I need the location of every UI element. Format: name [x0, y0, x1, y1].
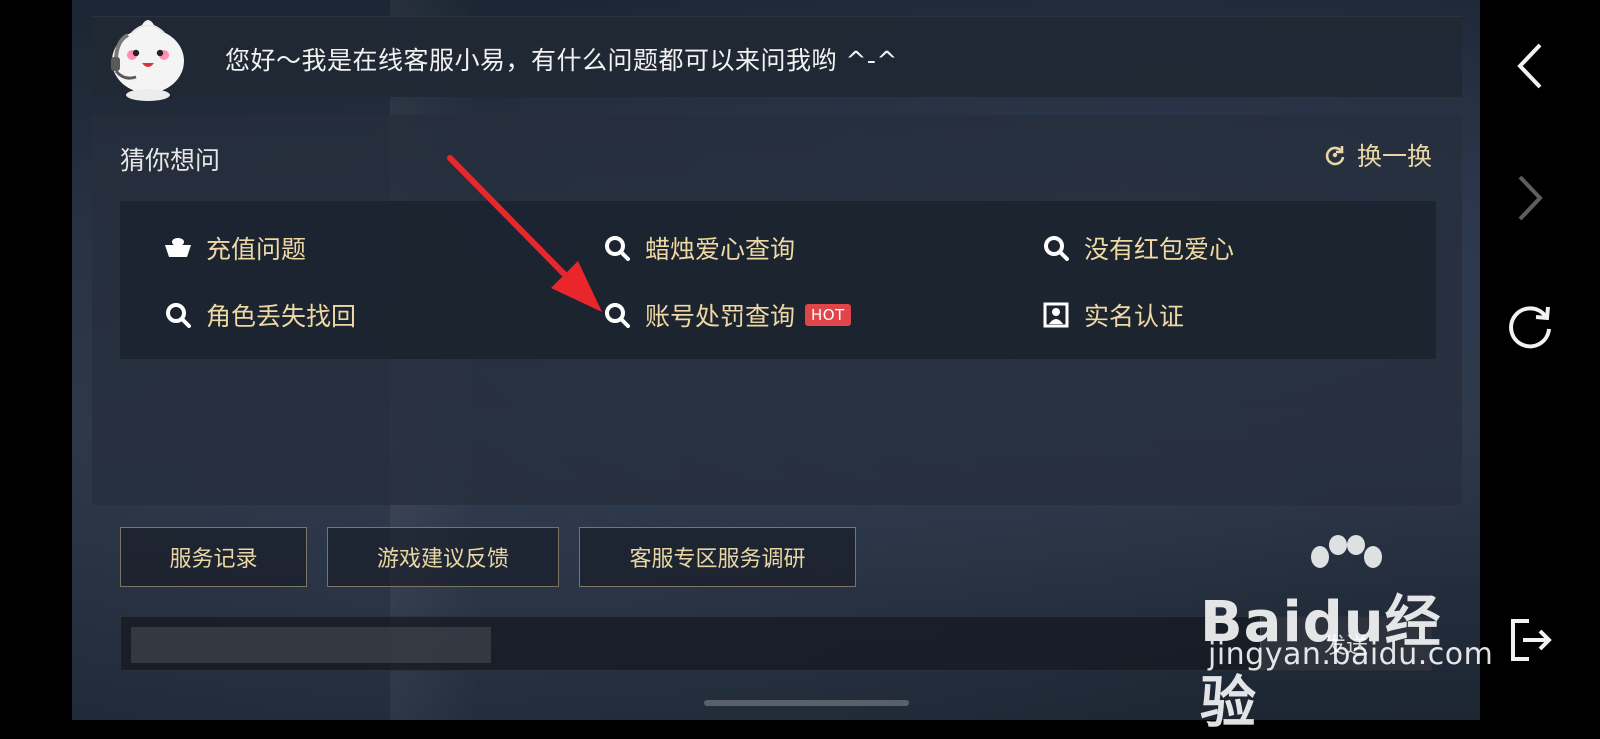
faq-item-candle-heart-query[interactable]: 蜡烛爱心查询 — [603, 228, 795, 268]
ingot-icon — [164, 234, 192, 262]
game-feedback-button[interactable]: 游戏建议反馈 — [327, 527, 559, 587]
faq-item-label: 实名认证 — [1084, 302, 1185, 331]
greeting-bar: 您好～我是在线客服小易，有什么问题都可以来问我哟 ^-^ — [92, 16, 1462, 101]
home-indicator[interactable] — [704, 700, 909, 706]
chevron-right-icon — [1518, 175, 1543, 221]
greeting-text: 您好～我是在线客服小易，有什么问题都可以来问我哟 ^-^ — [225, 46, 898, 75]
faq-item-no-red-packet-heart[interactable]: 没有红包爱心 — [1042, 228, 1234, 268]
id-card-icon — [1042, 301, 1070, 329]
send-button[interactable]: 发送 — [1260, 617, 1431, 670]
faq-title: 猜你想问 — [120, 146, 221, 175]
search-icon — [603, 301, 631, 329]
hot-badge: HOT — [805, 304, 851, 326]
faq-item-label: 角色丢失找回 — [206, 302, 357, 331]
faq-item-account-penalty-query[interactable]: 账号处罚查询 HOT — [603, 295, 851, 335]
faq-item-real-name-verification[interactable]: 实名认证 — [1042, 295, 1184, 335]
faq-item-label: 蜡烛爱心查询 — [645, 235, 796, 264]
forward-button[interactable] — [1500, 168, 1560, 228]
exit-icon — [1511, 619, 1552, 661]
exit-button[interactable] — [1500, 610, 1560, 670]
mascot-avatar-icon — [111, 20, 184, 101]
refresh-button[interactable]: 换一换 — [1323, 137, 1432, 173]
chevron-left-icon — [1517, 43, 1542, 89]
reload-icon — [1509, 306, 1551, 349]
search-icon — [603, 234, 631, 262]
reload-button[interactable] — [1500, 296, 1560, 356]
search-icon — [164, 301, 192, 329]
faq-item-label: 充值问题 — [206, 235, 307, 264]
chat-input-bar: 发送 — [120, 616, 1432, 671]
faq-item-label: 没有红包爱心 — [1084, 235, 1235, 264]
faq-item-role-recovery[interactable]: 角色丢失找回 — [164, 295, 356, 335]
service-survey-button[interactable]: 客服专区服务调研 — [579, 527, 856, 587]
back-button[interactable] — [1500, 36, 1560, 96]
side-navigation — [1480, 0, 1600, 720]
chat-input[interactable] — [131, 627, 491, 663]
faq-grid: 充值问题 蜡烛爱心查询 没有红包爱心 角色丢失找回 账号处罚查询 HOT 实名认… — [120, 201, 1436, 359]
faq-panel: 猜你想问 换一换 充值问题 蜡烛爱心查询 没有红包爱心 角色丢失找回 账号处罚查… — [92, 115, 1462, 505]
search-icon — [1042, 234, 1070, 262]
faq-item-recharge[interactable]: 充值问题 — [164, 228, 306, 268]
refresh-label: 换一换 — [1356, 142, 1432, 171]
refresh-icon — [1325, 146, 1345, 166]
service-record-button[interactable]: 服务记录 — [120, 527, 307, 587]
game-screen: 您好～我是在线客服小易，有什么问题都可以来问我哟 ^-^ 猜你想问 换一换 充值… — [72, 0, 1480, 720]
faq-item-label: 账号处罚查询 — [645, 302, 796, 331]
